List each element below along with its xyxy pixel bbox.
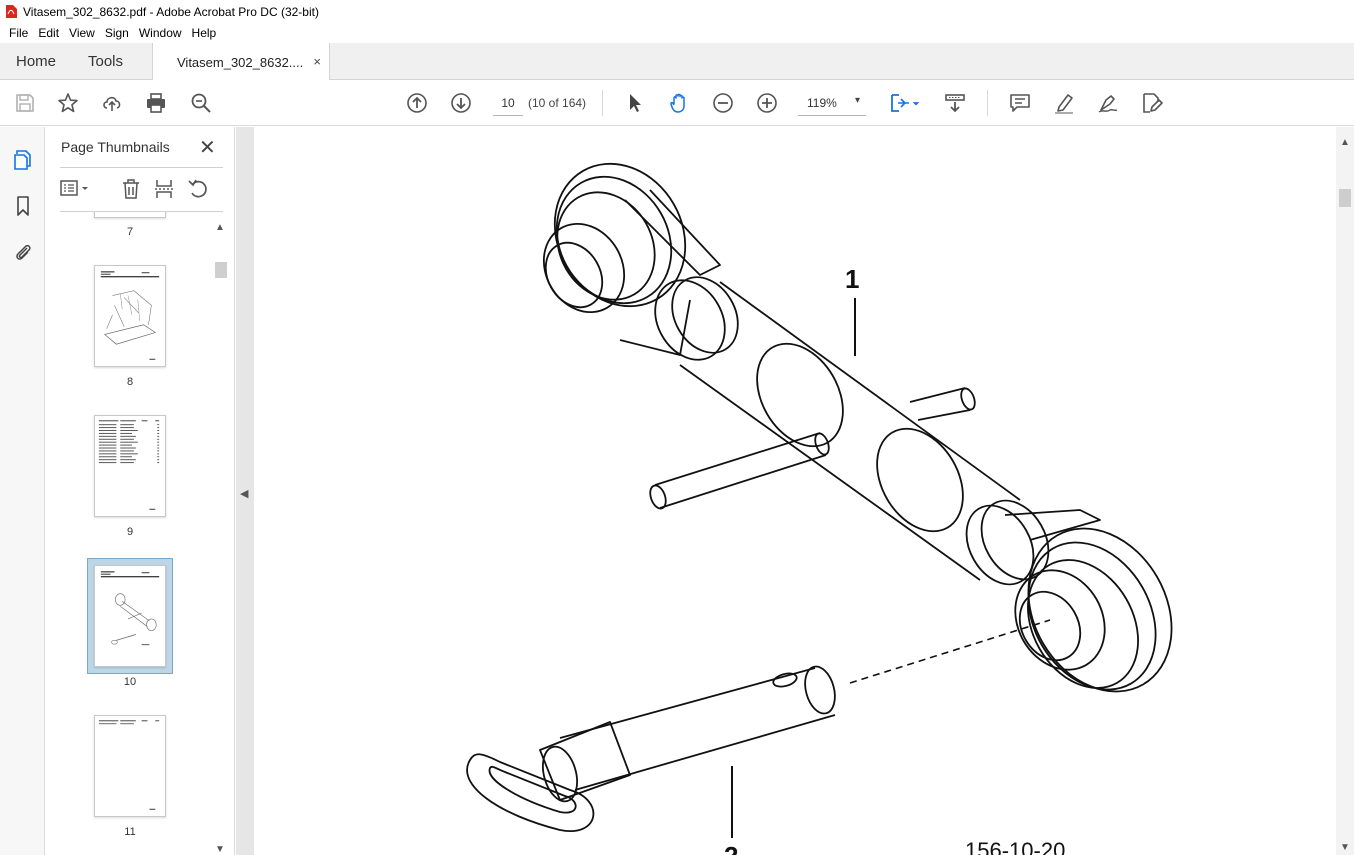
page-number-input[interactable] bbox=[493, 90, 523, 116]
panel-title: Page Thumbnails bbox=[61, 139, 170, 155]
hand-tool-icon[interactable] bbox=[667, 91, 691, 115]
thumbnail-page-8[interactable] bbox=[94, 265, 166, 367]
sign-icon[interactable] bbox=[1096, 91, 1120, 115]
thumbnail-label: 10 bbox=[123, 676, 137, 688]
menu-window[interactable]: Window bbox=[134, 26, 187, 40]
pdf-file-icon bbox=[6, 5, 17, 18]
zoom-value: 119% bbox=[807, 96, 837, 110]
thumbnail-options-icon[interactable] bbox=[59, 177, 91, 201]
main-toolbar bbox=[0, 80, 1354, 126]
thumbnail-label: 7 bbox=[126, 226, 134, 238]
previous-page-icon[interactable] bbox=[405, 91, 429, 115]
thumbnail-scrollbar[interactable]: ▲ ▼ bbox=[213, 222, 227, 855]
scroll-down-icon[interactable]: ▼ bbox=[215, 844, 225, 855]
thumbnail-label: 8 bbox=[126, 376, 134, 388]
chevron-down-icon: ▾ bbox=[854, 95, 860, 106]
scroll-down-icon[interactable]: ▼ bbox=[1340, 842, 1350, 853]
collapse-panel-icon[interactable]: ◀ bbox=[240, 487, 248, 500]
attachments-icon[interactable] bbox=[10, 239, 36, 265]
scrollbar-thumb[interactable] bbox=[215, 262, 227, 278]
scroll-up-icon[interactable]: ▲ bbox=[215, 222, 225, 233]
toolbar-separator bbox=[987, 90, 988, 116]
tab-bar: Home Tools Vitasem_302_8632.... × bbox=[0, 43, 1354, 81]
menu-edit[interactable]: Edit bbox=[33, 26, 64, 40]
zoom-select[interactable]: 119% ▾ bbox=[798, 90, 866, 116]
window-titlebar: Vitasem_302_8632.pdf - Adobe Acrobat Pro… bbox=[0, 0, 1354, 23]
split-page-icon[interactable] bbox=[153, 177, 175, 201]
window-title: Vitasem_302_8632.pdf - Adobe Acrobat Pro… bbox=[23, 4, 319, 19]
search-zoom-icon[interactable] bbox=[189, 91, 213, 115]
panel-divider bbox=[60, 167, 223, 168]
next-page-icon[interactable] bbox=[449, 91, 473, 115]
scroll-mode-icon[interactable] bbox=[943, 91, 967, 115]
page-thumbnails-icon[interactable] bbox=[10, 147, 36, 173]
fit-page-icon[interactable] bbox=[888, 91, 912, 115]
menu-view[interactable]: View bbox=[64, 26, 100, 40]
page-thumbnails-panel: Page Thumbnails ✕ 7 8 9 10 11 ▲ ▼ bbox=[45, 127, 235, 855]
scroll-up-icon[interactable]: ▲ bbox=[1340, 137, 1350, 148]
callout-2: 2 bbox=[724, 841, 738, 855]
callout-1: 1 bbox=[845, 264, 859, 294]
menu-file[interactable]: File bbox=[4, 26, 33, 40]
print-icon[interactable] bbox=[144, 91, 168, 115]
parts-drawing: 1 2 156-10-20 bbox=[466, 162, 1173, 855]
thumbnail-page-11[interactable] bbox=[94, 715, 166, 817]
thumbnail-label: 11 bbox=[124, 826, 136, 838]
bookmarks-icon[interactable] bbox=[10, 193, 36, 219]
bookmark-star-icon[interactable] bbox=[56, 91, 80, 115]
menu-help[interactable]: Help bbox=[187, 26, 222, 40]
rotate-page-icon[interactable] bbox=[187, 177, 209, 201]
tab-close-icon[interactable]: × bbox=[313, 54, 321, 69]
select-cursor-icon[interactable] bbox=[623, 91, 647, 115]
page-count: (10 of 164) bbox=[528, 96, 587, 110]
thumbnail-label: 9 bbox=[126, 526, 134, 538]
tab-home[interactable]: Home bbox=[16, 43, 56, 80]
thumbnail-page-10[interactable] bbox=[94, 565, 166, 667]
thumbnail-page-7[interactable] bbox=[94, 212, 166, 218]
tab-document[interactable]: Vitasem_302_8632.... × bbox=[152, 43, 330, 81]
zoom-in-icon[interactable] bbox=[755, 91, 779, 115]
comment-icon[interactable] bbox=[1008, 91, 1032, 115]
figure-code: 156-10-20 bbox=[965, 838, 1065, 855]
edit-pdf-icon[interactable] bbox=[1140, 91, 1164, 115]
highlight-icon[interactable] bbox=[1052, 91, 1076, 115]
close-icon[interactable]: ✕ bbox=[199, 135, 216, 160]
save-icon[interactable] bbox=[13, 91, 37, 115]
scrollbar-thumb[interactable] bbox=[1339, 189, 1351, 207]
document-page[interactable]: 1 2 156-10-20 bbox=[254, 127, 1336, 855]
zoom-out-icon[interactable] bbox=[711, 91, 735, 115]
toolbar-separator bbox=[602, 90, 603, 116]
left-rail bbox=[0, 127, 45, 855]
menu-bar: File Edit View Sign Window Help bbox=[0, 23, 1354, 43]
fit-page-dropdown-icon[interactable] bbox=[910, 91, 922, 115]
tab-tools[interactable]: Tools bbox=[88, 43, 123, 80]
document-scrollbar[interactable]: ▲ ▼ bbox=[1336, 127, 1354, 855]
tab-document-label: Vitasem_302_8632.... bbox=[177, 54, 304, 70]
thumbnail-page-9[interactable] bbox=[94, 415, 166, 517]
upload-icon[interactable] bbox=[100, 91, 124, 115]
thumbnail-list: 7 8 9 10 11 bbox=[45, 212, 215, 855]
menu-sign[interactable]: Sign bbox=[100, 26, 134, 40]
delete-page-icon[interactable] bbox=[120, 177, 142, 201]
